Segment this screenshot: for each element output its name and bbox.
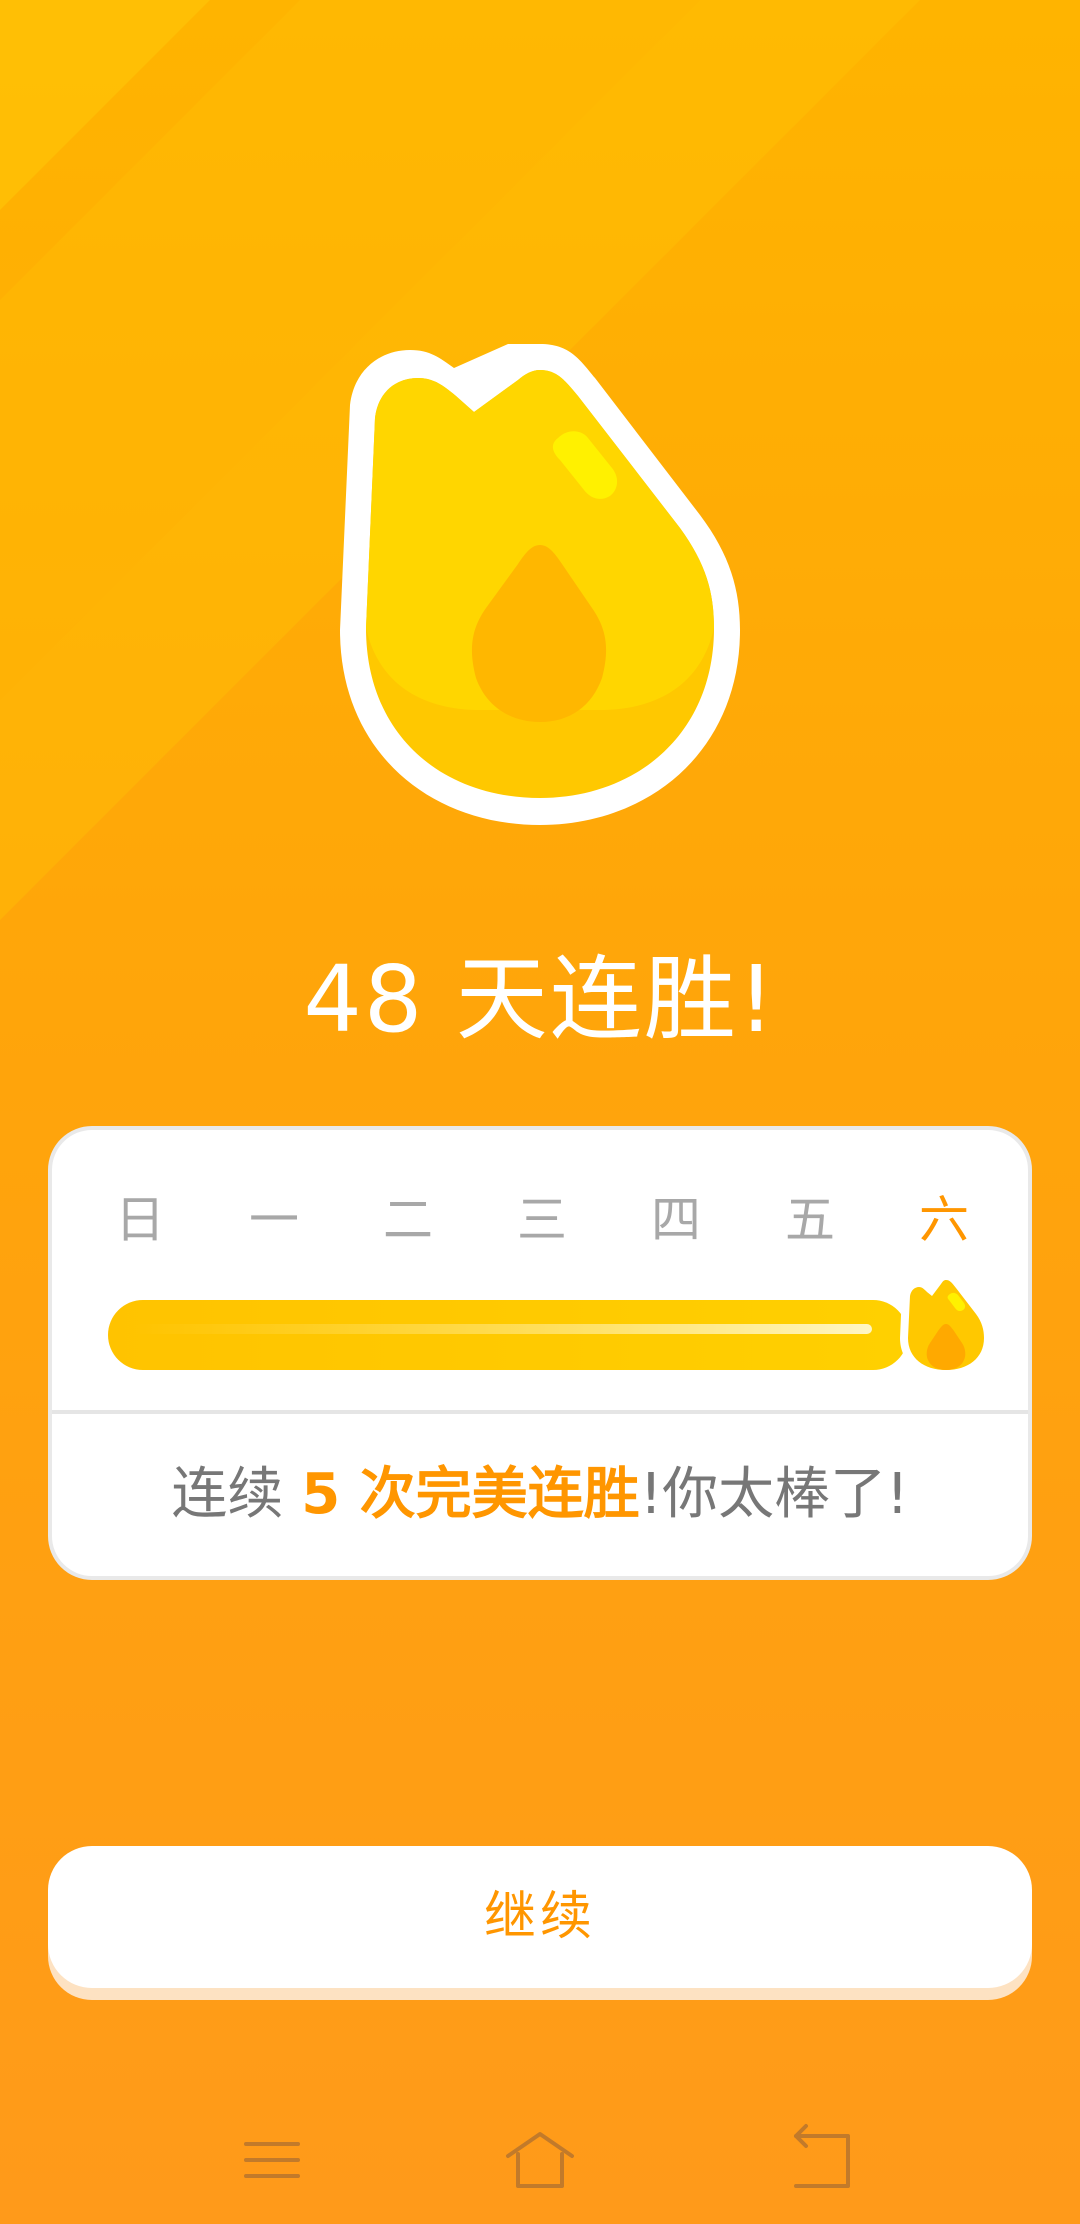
back-icon[interactable] [762, 2110, 882, 2210]
progress-fill [108, 1300, 908, 1370]
day-label-sat: 六 [919, 1191, 969, 1249]
system-nav-bar [0, 2110, 1080, 2210]
day-label-tue: 二 [383, 1191, 433, 1249]
card-divider [52, 1410, 1028, 1414]
menu-icon[interactable] [212, 2110, 332, 2210]
streak-message: 连续 5 次完美连胜!你太棒了! [52, 1450, 1028, 1540]
message-prefix: 连续 [171, 1462, 302, 1527]
weekday-row: 日 一 二 三 四 五 六 [52, 1180, 1028, 1260]
message-suffix: !你太棒了! [639, 1462, 909, 1527]
continue-button[interactable]: 继续 [48, 1846, 1032, 1988]
day-label-thu: 四 [651, 1191, 701, 1249]
day-label-fri: 五 [785, 1191, 835, 1249]
streak-card: 日 一 二 三 四 五 六 连续 5 次完美连胜!你太棒了! [48, 1126, 1032, 1580]
flame-icon [330, 330, 750, 830]
streak-headline: 48 天连胜! [303, 946, 777, 1053]
home-icon[interactable] [480, 2110, 600, 2210]
message-highlight: 5 次完美连胜 [301, 1462, 640, 1527]
day-label-wed: 三 [517, 1191, 567, 1249]
progress-shine [132, 1324, 872, 1334]
day-label-mon: 一 [249, 1191, 299, 1249]
streak-screen: 48 天连胜! 日 一 二 三 四 五 六 连续 5 次完美连胜!你太棒了! 继… [0, 0, 1080, 2224]
day-label-sun: 日 [115, 1191, 165, 1249]
streak-progress-bar [108, 1300, 908, 1370]
small-flame-icon [900, 1272, 992, 1378]
